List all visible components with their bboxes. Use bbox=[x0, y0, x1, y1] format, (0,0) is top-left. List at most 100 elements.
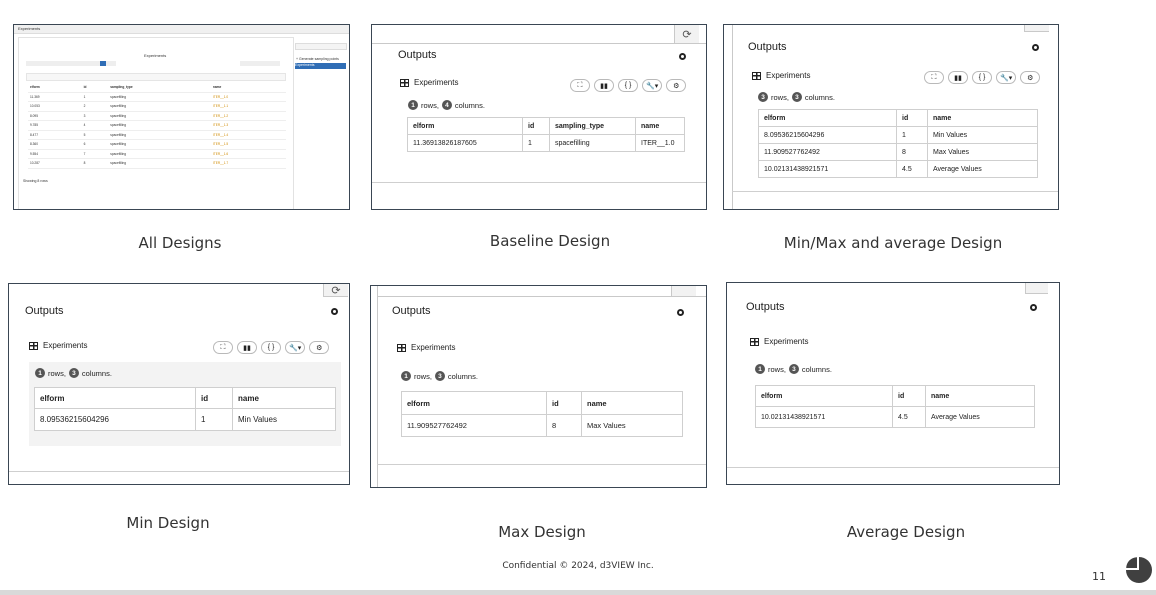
col-header[interactable]: name bbox=[581, 391, 683, 415]
refresh-button[interactable]: ⟳ bbox=[674, 25, 699, 44]
code-icon: { } bbox=[267, 344, 275, 351]
expand-button[interactable]: ⛶ bbox=[213, 341, 233, 354]
col-header[interactable]: id bbox=[195, 387, 233, 409]
chart-button[interactable]: ▮▮ bbox=[948, 71, 968, 84]
outputs-title: Outputs bbox=[25, 305, 64, 317]
table-row[interactable]: 8.09536215604296 1 Min Values bbox=[34, 408, 336, 431]
row-count: 1 rows, 3 columns. bbox=[755, 364, 832, 374]
mini-section-title: Experiments bbox=[144, 53, 167, 58]
caption-average-design: Average Design bbox=[846, 523, 966, 541]
table-row[interactable]: 11.36913826187605 1 spacefilling ITER__1… bbox=[407, 134, 685, 152]
mini-table-row[interactable]: 8.477 5 spacefilling ITER__1.4 bbox=[28, 130, 286, 140]
json-button[interactable]: { } bbox=[972, 71, 992, 84]
settings-icon[interactable] bbox=[1032, 44, 1039, 51]
refresh-button[interactable]: ⟳ bbox=[323, 284, 348, 297]
mini-cell: 8.477 bbox=[28, 130, 82, 140]
columns-badge: 4 bbox=[441, 100, 452, 110]
tools-dropdown[interactable]: 🔧▾ bbox=[996, 71, 1017, 84]
rows-badge: 1 bbox=[755, 364, 765, 374]
col-header[interactable]: sampling_type bbox=[549, 117, 636, 135]
mini-table-row[interactable]: 9.554 7 spacefilling ITER__1.6 bbox=[28, 149, 286, 159]
tools-dropdown[interactable]: 🔧▾ bbox=[285, 341, 306, 354]
config-button[interactable]: ⚙ bbox=[666, 79, 687, 92]
json-button[interactable]: { } bbox=[618, 79, 638, 92]
mini-table-row[interactable]: 10.053 2 spacefilling ITER__1.1 bbox=[28, 101, 286, 112]
outputs-title: Outputs bbox=[398, 49, 437, 61]
col-header[interactable]: elform bbox=[34, 387, 196, 409]
col-header[interactable]: id bbox=[892, 385, 926, 407]
col-header[interactable]: elform bbox=[401, 391, 547, 415]
cell: 10.02131438921571 bbox=[758, 160, 897, 178]
table-row[interactable]: 10.02131438921571 4.5 Average Values bbox=[755, 406, 1035, 428]
settings-icon[interactable] bbox=[677, 309, 684, 316]
table-row[interactable]: 11.909527762492 8 Max Values bbox=[758, 143, 1038, 161]
col-header[interactable]: elform bbox=[407, 117, 523, 135]
col-header[interactable]: name bbox=[927, 109, 1038, 127]
table-toolbar: ⛶ ▮▮ { } 🔧▾ ⚙ bbox=[570, 79, 687, 92]
col-header[interactable]: elform bbox=[755, 385, 893, 407]
col-header[interactable]: name bbox=[232, 387, 336, 409]
mini-header-cell: name bbox=[210, 83, 286, 93]
expand-button[interactable]: ⛶ bbox=[570, 79, 590, 92]
mini-cell: spacefilling bbox=[108, 111, 211, 121]
mini-cell: spacefilling bbox=[108, 101, 211, 112]
col-header[interactable]: id bbox=[896, 109, 928, 127]
row-count: 1 rows, 3 columns. bbox=[35, 368, 112, 378]
config-button[interactable]: ⚙ bbox=[309, 341, 330, 354]
expand-icon: ⛶ bbox=[577, 81, 583, 89]
table-row[interactable]: 11.909527762492 8 Max Values bbox=[401, 414, 683, 437]
columns-badge: 3 bbox=[434, 371, 445, 381]
mini-cell: ITER__1.6 bbox=[210, 149, 286, 159]
mini-side-item-generate[interactable]: + Generate sampling points bbox=[296, 57, 339, 61]
gear-icon: ⚙ bbox=[1027, 74, 1034, 82]
settings-icon[interactable] bbox=[331, 308, 338, 315]
rows-word: rows, bbox=[421, 100, 439, 110]
json-button[interactable]: { } bbox=[261, 341, 281, 354]
outputs-title: Outputs bbox=[392, 305, 431, 317]
confidential-footer: Confidential © 2024, d3VIEW Inc. bbox=[502, 561, 654, 571]
tools-dropdown[interactable]: 🔧▾ bbox=[642, 79, 663, 92]
mini-window-title: Experiments bbox=[18, 26, 41, 31]
table-row[interactable]: 8.09536215604296 1 Min Values bbox=[758, 126, 1038, 144]
rows-badge: 1 bbox=[401, 371, 411, 381]
cell: Average Values bbox=[925, 406, 1035, 428]
table-row[interactable]: 10.02131438921571 4.5 Average Values bbox=[758, 160, 1038, 178]
mini-table-row[interactable]: 8.095 3 spacefilling ITER__1.2 bbox=[28, 111, 286, 121]
mini-header-cell: elform bbox=[28, 83, 82, 93]
mini-table-row[interactable]: 9.785 4 spacefilling ITER__1.3 bbox=[28, 120, 286, 131]
outputs-title: Outputs bbox=[748, 41, 787, 53]
expand-button[interactable]: ⛶ bbox=[924, 71, 944, 84]
chart-button[interactable]: ▮▮ bbox=[237, 341, 257, 354]
table-icon bbox=[752, 71, 761, 80]
mini-table-row[interactable]: 10.287 8 spacefilling ITER__1.7 bbox=[28, 158, 286, 169]
expand-icon: ⛶ bbox=[931, 73, 937, 81]
mini-cell: 2 bbox=[81, 101, 109, 112]
mini-table-row[interactable]: 11.369 1 spacefilling ITER__1.0 bbox=[28, 92, 286, 102]
cell: ITER__1.0 bbox=[635, 134, 685, 152]
gear-icon: ⚙ bbox=[673, 82, 680, 90]
max-design-panel: Outputs Experiments 1 rows, 3 columns. e… bbox=[370, 285, 707, 488]
mini-cell: 10.287 bbox=[28, 158, 82, 169]
settings-icon[interactable] bbox=[1030, 304, 1037, 311]
refresh-button[interactable] bbox=[1024, 25, 1049, 32]
refresh-button[interactable] bbox=[671, 286, 696, 297]
cell: Max Values bbox=[927, 143, 1038, 161]
col-header[interactable]: elform bbox=[758, 109, 897, 127]
table-icon bbox=[397, 343, 406, 352]
config-button[interactable]: ⚙ bbox=[1020, 71, 1041, 84]
chart-button[interactable]: ▮▮ bbox=[594, 79, 614, 92]
caption-min-design: Min Design bbox=[126, 514, 210, 532]
col-header[interactable]: id bbox=[546, 391, 582, 415]
cell: 11.909527762492 bbox=[401, 414, 547, 437]
caption-max-design: Max Design bbox=[498, 523, 586, 541]
mini-side-item-experiments[interactable]: Experiments bbox=[295, 63, 346, 69]
col-header[interactable]: name bbox=[925, 385, 1035, 407]
settings-icon[interactable] bbox=[679, 53, 686, 60]
experiments-label: Experiments bbox=[752, 71, 810, 80]
mini-table-row[interactable]: 8.360 6 spacefilling ITER__1.5 bbox=[28, 139, 286, 150]
mini-footer-text: Showing 8 rows bbox=[23, 179, 48, 183]
col-header[interactable]: name bbox=[635, 117, 685, 135]
col-header[interactable]: id bbox=[522, 117, 550, 135]
refresh-button[interactable] bbox=[1025, 283, 1048, 294]
mini-cell: 9.785 bbox=[28, 120, 82, 131]
